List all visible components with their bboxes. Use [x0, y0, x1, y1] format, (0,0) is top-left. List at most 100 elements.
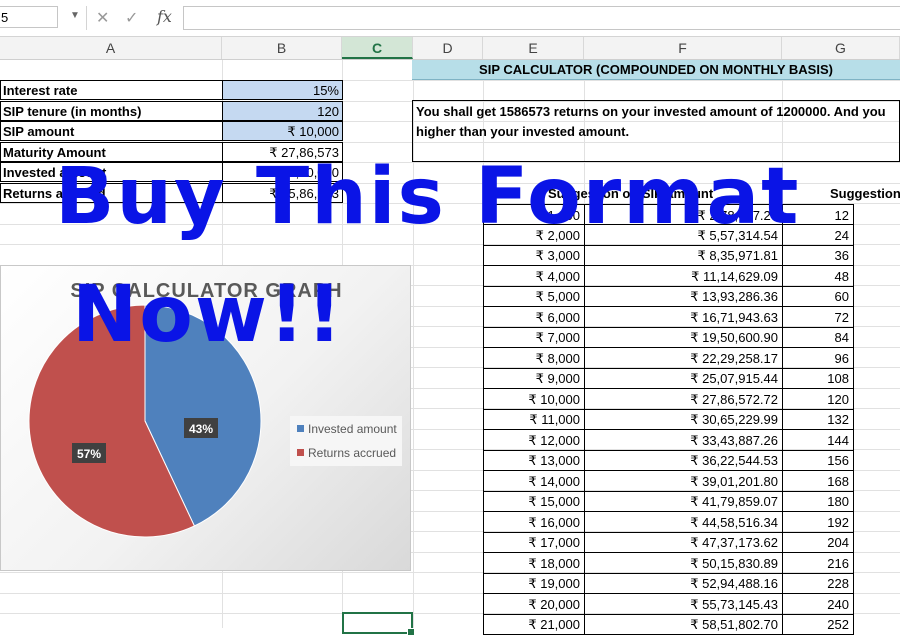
- column-header-g[interactable]: G: [782, 37, 900, 59]
- insert-function-icon[interactable]: fx: [157, 7, 172, 26]
- input-value-field[interactable]: 15%: [222, 80, 343, 100]
- suggestion-tenure: 72: [782, 306, 854, 328]
- input-label: SIP amount: [0, 121, 223, 141]
- column-header-a[interactable]: A: [0, 37, 222, 59]
- suggestion-tenure: 24: [782, 224, 854, 246]
- suggestion-tenure: 180: [782, 491, 854, 512]
- suggestion-tenure: 48: [782, 265, 854, 287]
- formula-input[interactable]: [183, 6, 900, 30]
- suggestion-maturity-value: ₹ 11,14,629.09: [584, 265, 783, 287]
- cancel-icon[interactable]: ✕: [96, 8, 109, 28]
- computed-value: ₹ 15,86,573: [222, 182, 343, 203]
- suggestion-maturity-value: ₹ 47,37,173.62: [584, 532, 783, 553]
- suggestion-sip-amount: ₹ 10,000: [483, 388, 585, 410]
- name-box[interactable]: 5: [0, 6, 58, 28]
- suggestion-maturity-value: ₹ 13,93,286.36: [584, 286, 783, 307]
- suggestion-maturity-value: ₹ 19,50,600.90: [584, 327, 783, 348]
- suggestion-tenure: 60: [782, 286, 854, 307]
- suggestion-sip-amount: ₹ 1,000: [483, 204, 585, 225]
- result-message: You shall get 1586573 returns on your in…: [412, 100, 900, 162]
- suggestion-maturity-value: ₹ 44,58,516.34: [584, 511, 783, 533]
- data-label-text: 43%: [189, 422, 213, 436]
- suggestion-sip-amount: ₹ 20,000: [483, 593, 585, 615]
- suggestion-sip-amount: ₹ 2,000: [483, 224, 585, 246]
- suggestion-maturity-value: ₹ 22,29,258.17: [584, 347, 783, 369]
- suggestion-amount-header: Suggestion on SIP amount: [548, 186, 714, 201]
- input-label: Invested amount: [0, 162, 223, 182]
- suggestion-sip-amount: ₹ 18,000: [483, 552, 585, 574]
- result-message-line-2: higher than your invested amount.: [416, 124, 630, 139]
- data-label: 57%: [72, 443, 106, 463]
- suggestion-maturity-value: ₹ 25,07,915.44: [584, 368, 783, 389]
- selected-cell[interactable]: [342, 612, 415, 636]
- column-header-d[interactable]: D: [413, 37, 483, 59]
- suggestion-tenure: 108: [782, 368, 854, 389]
- legend-entry: Invested amount: [308, 422, 397, 436]
- pie-chart-plot: 43% 57% Invested amount Returns accrued: [28, 304, 402, 538]
- suggestion-sip-amount: ₹ 12,000: [483, 429, 585, 451]
- suggestion-tenure: 216: [782, 552, 854, 574]
- column-header-b[interactable]: B: [222, 37, 342, 59]
- suggestion-sip-amount: ₹ 11,000: [483, 409, 585, 430]
- suggestion-maturity-value: ₹ 5,57,314.54: [584, 224, 783, 246]
- input-value-field[interactable]: ₹ 10,000: [222, 121, 343, 141]
- suggestion-maturity-value: ₹ 27,86,572.72: [584, 388, 783, 410]
- suggestion-tenure: 96: [782, 347, 854, 369]
- input-label: SIP tenure (in months): [0, 100, 223, 121]
- computed-value: ₹ 12,00,000: [222, 162, 343, 182]
- suggestion-sip-amount: ₹ 5,000: [483, 286, 585, 307]
- input-value-field[interactable]: 120: [222, 100, 343, 121]
- legend-swatch: [297, 449, 304, 456]
- suggestion-sip-amount: ₹ 9,000: [483, 368, 585, 389]
- suggestion-tenure: 228: [782, 573, 854, 594]
- formula-bar: 5 ▼ ✕ ✓ fx: [0, 0, 900, 37]
- suggestion-maturity-value: ₹ 41,79,859.07: [584, 491, 783, 512]
- suggestion-tenure: 120: [782, 388, 854, 410]
- suggestion-tenure-header: Suggestion: [830, 186, 900, 201]
- column-header-f[interactable]: F: [584, 37, 782, 59]
- column-headers: A B C D E F G: [0, 37, 900, 60]
- fill-handle[interactable]: [407, 628, 415, 636]
- column-header-e[interactable]: E: [483, 37, 584, 59]
- suggestion-tenure: 192: [782, 511, 854, 533]
- suggestion-sip-amount: ₹ 13,000: [483, 450, 585, 471]
- data-label: 43%: [184, 418, 218, 438]
- suggestion-maturity-value: ₹ 16,71,943.63: [584, 306, 783, 328]
- worksheet-grid[interactable]: SIP CALCULATOR (COMPOUNDED ON MONTHLY BA…: [0, 60, 900, 636]
- suggestion-tenure: 36: [782, 245, 854, 266]
- suggestion-sip-amount: ₹ 16,000: [483, 511, 585, 533]
- calculator-title: SIP CALCULATOR (COMPOUNDED ON MONTHLY BA…: [412, 60, 900, 80]
- suggestion-maturity-value: ₹ 2,78,657.27: [584, 204, 783, 225]
- computed-value: ₹ 27,86,573: [222, 141, 343, 162]
- suggestion-maturity-value: ₹ 50,15,830.89: [584, 552, 783, 574]
- suggestion-maturity-value: ₹ 36,22,544.53: [584, 450, 783, 471]
- column-header-c[interactable]: C: [342, 37, 413, 59]
- checkmark-icon[interactable]: ✓: [125, 8, 138, 28]
- suggestion-tenure: 84: [782, 327, 854, 348]
- chevron-down-icon[interactable]: ▼: [70, 10, 80, 21]
- suggestion-maturity-value: ₹ 39,01,201.80: [584, 470, 783, 492]
- suggestion-sip-amount: ₹ 6,000: [483, 306, 585, 328]
- chart-legend[interactable]: Invested amount Returns accrued: [290, 416, 402, 466]
- suggestion-maturity-value: ₹ 33,43,887.26: [584, 429, 783, 451]
- suggestion-maturity-value: ₹ 58,51,802.70: [584, 614, 783, 635]
- suggestion-tenure: 240: [782, 593, 854, 615]
- suggestion-tenure: 12: [782, 204, 854, 225]
- suggestion-sip-amount: ₹ 17,000: [483, 532, 585, 553]
- suggestion-sip-amount: ₹ 14,000: [483, 470, 585, 492]
- data-label-text: 57%: [77, 447, 101, 461]
- input-label: Returns accrued: [0, 182, 223, 203]
- suggestion-maturity-value: ₹ 52,94,488.16: [584, 573, 783, 594]
- suggestion-tenure: 252: [782, 614, 854, 635]
- legend-swatch: [297, 425, 304, 432]
- suggestion-sip-amount: ₹ 19,000: [483, 573, 585, 594]
- suggestion-sip-amount: ₹ 8,000: [483, 347, 585, 369]
- suggestion-tenure: 132: [782, 409, 854, 430]
- suggestion-sip-amount: ₹ 7,000: [483, 327, 585, 348]
- legend-entry: Returns accrued: [308, 446, 396, 460]
- suggestion-tenure: 204: [782, 532, 854, 553]
- pie-chart[interactable]: SIP CALCULATOR GRAPH 43% 57% Invested amou…: [0, 265, 411, 571]
- suggestion-sip-amount: ₹ 3,000: [483, 245, 585, 266]
- suggestion-maturity-value: ₹ 8,35,971.81: [584, 245, 783, 266]
- suggestion-maturity-value: ₹ 30,65,229.99: [584, 409, 783, 430]
